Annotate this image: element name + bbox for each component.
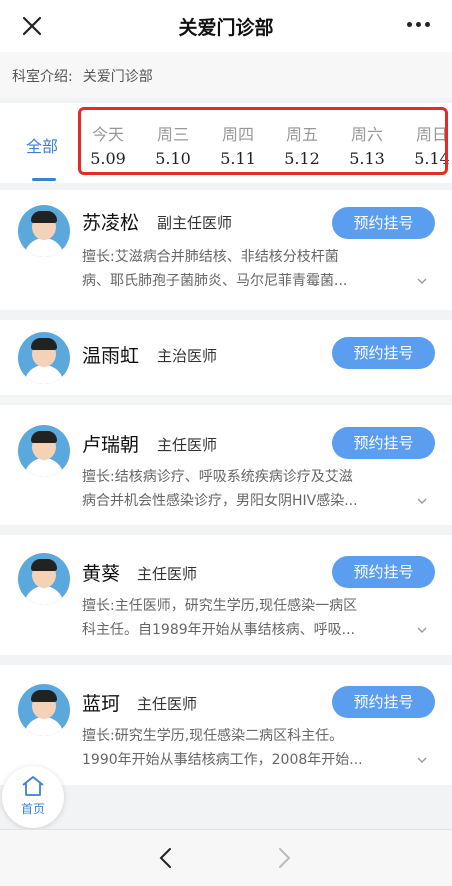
doctor-card[interactable]: 温雨虹 主治医师 预约挂号 — [0, 320, 452, 395]
tab-date: 5.14 — [414, 149, 450, 168]
tab-day[interactable]: 周日 5.14 — [404, 121, 452, 168]
home-button[interactable]: 首页 — [2, 766, 64, 828]
doctor-avatar — [18, 553, 70, 605]
book-button[interactable]: 预约挂号 — [332, 427, 435, 459]
doctor-specialty: 擅长:主任医师，研究生学历,现任感染一病区 — [82, 598, 358, 614]
doctor-avatar — [18, 425, 70, 477]
book-button[interactable]: 预约挂号 — [332, 207, 435, 239]
intro-label: 科室介绍: — [12, 69, 73, 85]
doctor-rank: 主任医师 — [137, 695, 198, 713]
book-button[interactable]: 预约挂号 — [332, 337, 435, 369]
doctor-specialty: 科主任。自1989年开始从事结核病、呼吸... — [82, 622, 355, 638]
tab-weekday: 今天 — [91, 125, 124, 144]
doctor-rank: 主治医师 — [157, 347, 218, 365]
forward-arrow-icon[interactable] — [276, 847, 292, 869]
chevron-down-icon[interactable] — [416, 754, 428, 766]
tab-all-indicator — [32, 178, 56, 181]
top-bar: 关爱门诊部 — [0, 0, 452, 52]
doctor-specialty: 病合并机会性感染诊疗，男阳女阴HIV感染... — [82, 493, 358, 509]
tab-weekday: 周三 — [156, 125, 189, 144]
doctor-name: 蓝珂 — [82, 693, 121, 715]
tab-weekday: 周六 — [350, 125, 383, 144]
doctor-name: 温雨虹 — [82, 345, 140, 367]
doctor-rank: 主任医师 — [157, 436, 218, 454]
doctor-rank: 主任医师 — [137, 565, 198, 583]
department-intro: 科室介绍: 关爱门诊部 — [0, 52, 452, 98]
chevron-down-icon[interactable] — [416, 624, 428, 636]
doctor-avatar — [18, 684, 70, 736]
tab-date: 5.12 — [284, 149, 320, 168]
doctor-name: 卢瑞朝 — [82, 434, 140, 456]
tab-all[interactable]: 全部 — [26, 133, 58, 157]
tab-day[interactable]: 周六 5.13 — [339, 121, 395, 168]
doctor-avatar — [18, 205, 70, 257]
doctor-specialty: 擅长:研究生学历,现任感染二病区科主任。 — [82, 728, 344, 744]
tab-day[interactable]: 周三 5.10 — [145, 121, 201, 168]
tab-weekday: 周五 — [285, 125, 318, 144]
home-icon — [22, 776, 44, 796]
tab-weekday: 周四 — [221, 125, 254, 144]
page-title: 关爱门诊部 — [178, 17, 274, 39]
home-label: 首页 — [20, 802, 45, 816]
back-arrow-icon[interactable] — [158, 847, 174, 869]
doctor-rank: 副主任医师 — [157, 214, 233, 232]
tab-date: 5.11 — [220, 149, 256, 168]
tab-date: 5.10 — [155, 149, 191, 168]
chevron-down-icon[interactable] — [416, 495, 428, 507]
doctor-card[interactable]: 卢瑞朝 主任医师 预约挂号 擅长:结核病诊疗、呼吸系统疾病诊疗及艾滋 病合并机会… — [0, 405, 452, 525]
doctor-specialty: 擅长:艾滋病合并肺结核、非结核分枝杆菌 — [82, 249, 339, 265]
doctor-specialty: 病、耶氏肺孢子菌肺炎、马尔尼菲青霉菌... — [82, 273, 348, 289]
book-button[interactable]: 预约挂号 — [332, 686, 435, 718]
doctor-specialty: 擅长:结核病诊疗、呼吸系统疾病诊疗及艾滋 — [82, 469, 353, 485]
bottom-nav-bar — [0, 829, 452, 886]
tab-day[interactable]: 今天 5.09 — [80, 121, 136, 168]
doctor-card[interactable]: 黄葵 主任医师 预约挂号 擅长:主任医师，研究生学历,现任感染一病区 科主任。自… — [0, 535, 452, 655]
tab-date: 5.13 — [349, 149, 385, 168]
more-icon[interactable] — [407, 22, 430, 27]
doctor-card[interactable]: 蓝珂 主任医师 预约挂号 擅长:研究生学历,现任感染二病区科主任。 1990年开… — [0, 665, 452, 785]
tab-date: 5.09 — [90, 149, 126, 168]
tab-weekday: 周日 — [415, 125, 448, 144]
chevron-down-icon[interactable] — [416, 275, 428, 287]
doctor-specialty: 1990年开始从事结核病工作，2008年开始... — [82, 752, 363, 768]
date-tabs: 全部 今天 5.09 周三 5.10 周四 5.11 周五 5.12 周六 5.… — [0, 103, 452, 183]
doctor-avatar — [18, 332, 70, 384]
book-button[interactable]: 预约挂号 — [332, 556, 435, 588]
doctor-name: 苏凌松 — [82, 212, 140, 234]
tab-day[interactable]: 周五 5.12 — [274, 121, 330, 168]
tab-day[interactable]: 周四 5.11 — [210, 121, 266, 168]
doctor-name: 黄葵 — [82, 563, 121, 585]
intro-value: 关爱门诊部 — [82, 69, 153, 85]
doctor-card[interactable]: 苏凌松 副主任医师 预约挂号 擅长:艾滋病合并肺结核、非结核分枝杆菌 病、耶氏肺… — [0, 190, 452, 310]
